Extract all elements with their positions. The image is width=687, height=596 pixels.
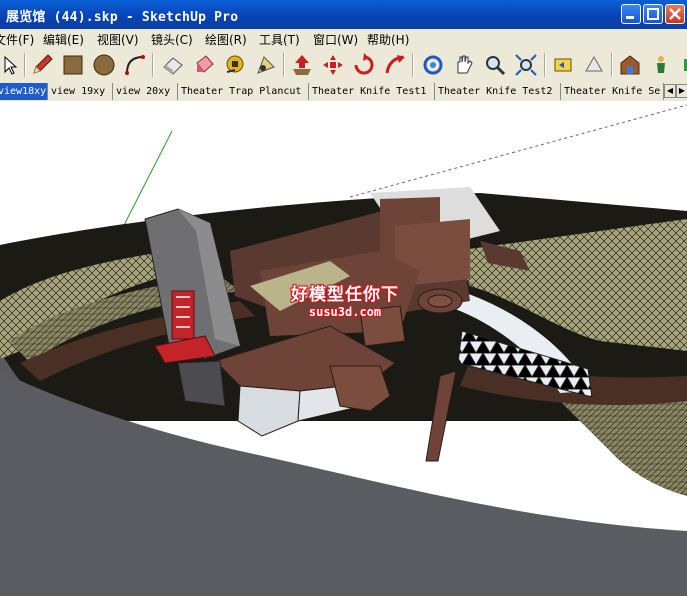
scene-tab-view19xy[interactable]: view 19xy xyxy=(48,83,113,100)
menu-tools[interactable]: 工具(T) xyxy=(259,31,300,48)
next-view-tool[interactable] xyxy=(581,52,607,78)
eraser-icon xyxy=(163,57,183,75)
circle-tool[interactable] xyxy=(91,52,117,78)
watermark-line-1: 好模型任你下 xyxy=(291,285,399,305)
title-bar: 展览馆 (44).skp - SketchUp Pro xyxy=(0,0,687,29)
orbit-icon xyxy=(423,55,443,75)
scene-scroll-left-button[interactable]: ◀ xyxy=(664,84,676,98)
zoom-extents-icon xyxy=(515,54,537,76)
follow-me-icon xyxy=(385,55,405,74)
menu-window[interactable]: 窗口(W) xyxy=(313,31,358,48)
zoom-tool[interactable] xyxy=(482,52,508,78)
rotate-tool[interactable] xyxy=(351,52,377,78)
menu-help[interactable]: 帮助(H) xyxy=(367,31,409,48)
orbit-tool[interactable] xyxy=(420,52,446,78)
model-render xyxy=(0,101,687,596)
select-icon xyxy=(4,55,18,75)
components-tool[interactable] xyxy=(648,52,674,78)
circle-icon xyxy=(93,54,115,76)
maximize-icon xyxy=(647,8,659,20)
model-viewport[interactable]: 好模型任你下 susu3d.com xyxy=(0,101,687,596)
main-toolbar xyxy=(0,48,687,83)
next-view-icon xyxy=(585,55,603,72)
menu-bar: 文件(F) 编辑(E) 视图(V) 镜头(C) 绘图(R) 工具(T) 窗口(W… xyxy=(0,29,687,48)
scene-scroll-right-button[interactable]: ▶ xyxy=(676,84,687,98)
minimize-icon xyxy=(626,16,634,19)
close-button[interactable] xyxy=(665,4,685,24)
maximize-button[interactable] xyxy=(643,4,663,24)
scene-tab-theater-knife-test2[interactable]: Theater Knife Test2 xyxy=(435,83,561,100)
warehouse-icon xyxy=(620,55,640,75)
scene-tab-view18xy[interactable]: view18xy xyxy=(0,83,48,100)
pan-icon xyxy=(457,55,473,74)
rotate-icon xyxy=(354,53,374,75)
rectangle-tool[interactable] xyxy=(60,52,86,78)
paint-bucket-icon xyxy=(196,55,214,73)
menu-view[interactable]: 视图(V) xyxy=(97,31,139,48)
push-pull-icon xyxy=(293,55,311,75)
warehouse-tool[interactable] xyxy=(617,52,643,78)
arc-icon xyxy=(125,55,145,75)
select-tool[interactable] xyxy=(0,52,22,78)
menu-camera[interactable]: 镜头(C) xyxy=(151,31,193,48)
previous-view-tool[interactable] xyxy=(550,52,576,78)
watermark: 好模型任你下 susu3d.com xyxy=(284,280,406,319)
previous-view-icon xyxy=(554,58,572,72)
eraser-tool[interactable] xyxy=(160,52,186,78)
minimize-button[interactable] xyxy=(621,4,641,24)
scene-tabs: view18xy view 19xy view 20xy Theater Tra… xyxy=(0,82,687,102)
watermark-line-2: susu3d.com xyxy=(308,305,382,319)
tape-measure-tool[interactable] xyxy=(222,52,248,78)
move-icon xyxy=(323,55,343,75)
paint-bucket-tool[interactable] xyxy=(191,52,217,78)
extension-tool[interactable] xyxy=(677,52,687,78)
zoom-icon xyxy=(486,56,506,76)
rectangle-icon xyxy=(63,55,83,75)
scene-tab-theater-knife-test1[interactable]: Theater Knife Test1 xyxy=(309,83,435,100)
arc-tool[interactable] xyxy=(122,52,148,78)
tape-measure-icon xyxy=(226,55,244,73)
text-tool[interactable] xyxy=(253,52,279,78)
pencil-icon xyxy=(33,54,53,74)
menu-draw[interactable]: 绘图(R) xyxy=(205,31,247,48)
menu-file[interactable]: 文件(F) xyxy=(0,31,34,48)
pan-tool[interactable] xyxy=(451,52,477,78)
follow-me-tool[interactable] xyxy=(382,52,408,78)
components-icon xyxy=(657,56,665,73)
text-label-icon xyxy=(257,56,275,74)
close-icon xyxy=(669,8,681,20)
move-tool[interactable] xyxy=(320,52,346,78)
scene-tab-view20xy[interactable]: view 20xy xyxy=(113,83,178,100)
scene-tab-theater-knife-se[interactable]: Theater Knife Se xyxy=(561,83,664,100)
scene-tab-theater-trap-plancut[interactable]: Theater Trap Plancut xyxy=(178,83,309,100)
push-pull-tool[interactable] xyxy=(289,52,315,78)
zoom-extents-tool[interactable] xyxy=(513,52,539,78)
menu-edit[interactable]: 编辑(E) xyxy=(43,31,84,48)
window-title: 展览馆 (44).skp - SketchUp Pro xyxy=(6,10,239,25)
pencil-tool[interactable] xyxy=(29,52,55,78)
